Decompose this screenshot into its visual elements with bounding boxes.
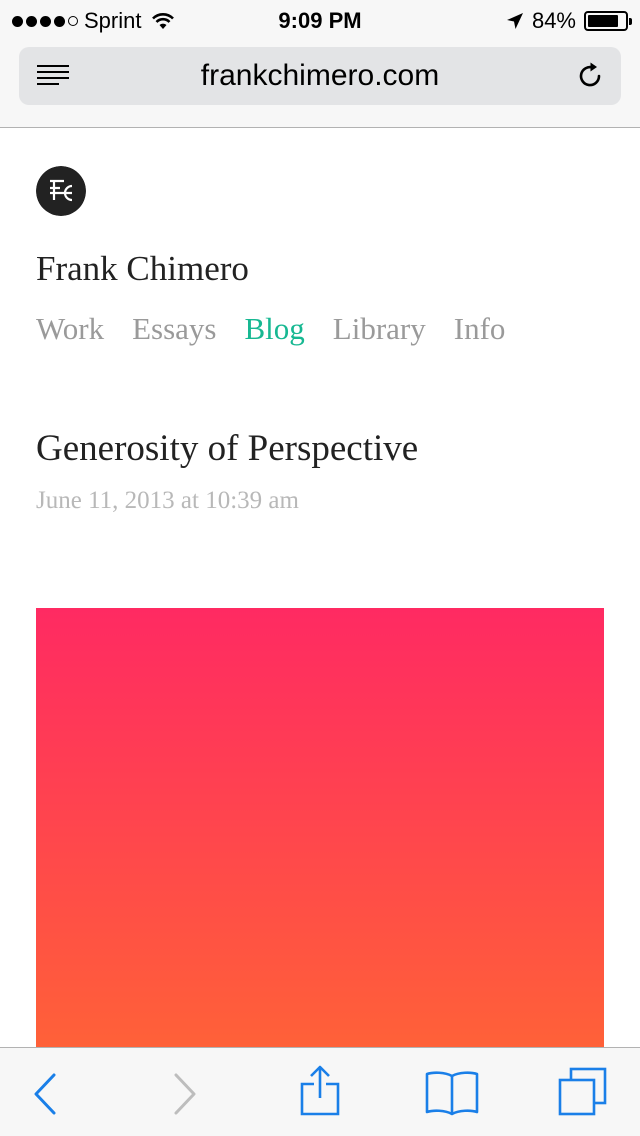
browser-toolbar xyxy=(0,1047,640,1136)
post-date: June 11, 2013 at 10:39 am xyxy=(36,487,299,514)
tabs-icon xyxy=(558,1067,607,1116)
back-arrow-icon xyxy=(34,1073,56,1115)
address-bar[interactable]: frankchimero.com xyxy=(19,47,621,105)
status-bar: Sprint 9:09 PM 84% xyxy=(0,0,640,40)
location-arrow-icon xyxy=(506,13,523,29)
status-right: 84% xyxy=(506,8,632,34)
bookmarks-button[interactable] xyxy=(412,1048,492,1136)
nav-info[interactable]: Info xyxy=(454,311,506,347)
site-title[interactable]: Frank Chimero xyxy=(36,249,249,289)
site-nav: Work Essays Blog Library Info xyxy=(36,311,505,347)
reload-icon[interactable] xyxy=(575,61,605,91)
nav-work[interactable]: Work xyxy=(36,311,104,347)
battery-icon xyxy=(584,11,632,31)
battery-level xyxy=(588,15,618,27)
battery-percent: 84% xyxy=(531,8,576,33)
back-button[interactable] xyxy=(3,1048,83,1136)
nav-blog[interactable]: Blog xyxy=(245,311,305,347)
share-button[interactable] xyxy=(280,1048,360,1136)
tabs-button[interactable] xyxy=(543,1048,623,1136)
share-icon xyxy=(300,1065,340,1116)
forward-arrow-icon xyxy=(174,1073,196,1115)
post-image xyxy=(36,608,604,1047)
nav-essays[interactable]: Essays xyxy=(132,311,216,347)
post-title[interactable]: Generosity of Perspective xyxy=(36,427,418,470)
bookmarks-icon xyxy=(425,1071,479,1116)
web-page: FC Frank Chimero Work Essays Blog Librar… xyxy=(0,129,640,1047)
forward-button[interactable] xyxy=(145,1048,225,1136)
browser-nav-bar: frankchimero.com xyxy=(0,40,640,128)
url-text[interactable]: frankchimero.com xyxy=(19,59,621,93)
site-logo-icon[interactable]: FC xyxy=(36,166,86,216)
nav-library[interactable]: Library xyxy=(333,311,426,347)
